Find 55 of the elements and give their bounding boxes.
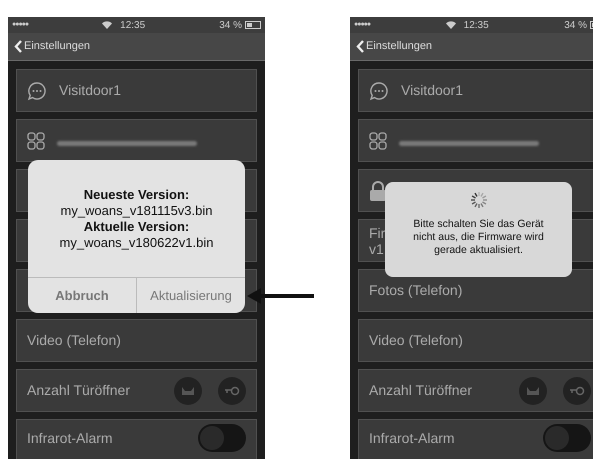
row-label: Video (Telefon)	[369, 331, 463, 350]
clock-time: 12:35	[464, 18, 489, 32]
back-button[interactable]: Einstellungen	[356, 38, 432, 55]
back-button[interactable]: Einstellungen	[14, 38, 90, 55]
toggle-switch[interactable]	[543, 424, 591, 452]
chevron-left-icon	[14, 40, 22, 53]
settings-row[interactable]	[16, 119, 257, 162]
lock-icon	[369, 180, 387, 200]
settings-row[interactable]: Infrarot-Alarm	[16, 419, 257, 459]
settings-row[interactable]: Visitdoor1	[358, 69, 593, 112]
key-button[interactable]	[563, 376, 591, 404]
dialog-text: my_woans_v181115v3.bin	[60, 202, 212, 218]
gate-icon	[181, 386, 195, 396]
gate-button[interactable]	[519, 376, 547, 404]
battery-level: 34 %	[219, 18, 242, 32]
arrow-icon	[247, 288, 314, 304]
settings-row[interactable]: Anzahl Türöffner	[16, 369, 257, 412]
dialog-message: Bitte schalten Sie das Gerät nicht aus, die Firmware wird gerade aktualisiert.	[412, 218, 545, 257]
settings-row[interactable]: Infrarot-Alarm	[358, 419, 593, 459]
gate-button[interactable]	[174, 376, 202, 404]
row-label: Visitdoor1	[59, 81, 122, 100]
row-label: Video (Telefon)	[27, 331, 121, 350]
key-icon	[224, 386, 240, 396]
dialog-text: Aktuelle Version:	[84, 218, 190, 234]
toggle-switch[interactable]	[198, 424, 246, 452]
row-label: Fotos (Telefon)	[369, 281, 462, 300]
row-label: Infrarot-Alarm	[27, 429, 113, 448]
dialog-text: Neueste Version:	[84, 186, 190, 202]
settings-row[interactable]: Video (Telefon)	[358, 319, 593, 362]
spinner-icon	[468, 190, 488, 210]
battery-level: 34 %	[564, 18, 587, 32]
wifi-icon	[102, 21, 112, 29]
clock-time: 12:35	[120, 18, 146, 32]
cancel-button[interactable]: Abbruch	[28, 278, 137, 313]
grid-icon	[27, 132, 45, 150]
chat-icon	[369, 80, 389, 100]
key-icon	[569, 386, 585, 396]
update-button[interactable]: Aktualisierung	[137, 278, 245, 313]
settings-row[interactable]: Anzahl Türöffner	[358, 369, 593, 412]
dialog-text: my_woans_v180622v1.bin	[60, 234, 214, 250]
wifi-icon	[446, 21, 456, 29]
chat-icon	[27, 80, 47, 100]
row-label: Visitdoor1	[401, 81, 464, 100]
row-label: Infrarot-Alarm	[369, 429, 455, 448]
chevron-left-icon	[356, 40, 364, 53]
row-value: v1	[369, 240, 385, 256]
row-label: Anzahl Türöffner	[27, 381, 130, 400]
gate-icon	[526, 386, 540, 396]
settings-row[interactable]: Video (Telefon)	[16, 319, 257, 362]
row-label: Fir	[369, 224, 386, 240]
battery-icon	[245, 21, 261, 29]
key-button[interactable]	[218, 376, 246, 404]
settings-row[interactable]: Visitdoor1	[16, 69, 257, 112]
row-label: Anzahl Türöffner	[369, 381, 472, 400]
grid-icon	[369, 132, 387, 150]
